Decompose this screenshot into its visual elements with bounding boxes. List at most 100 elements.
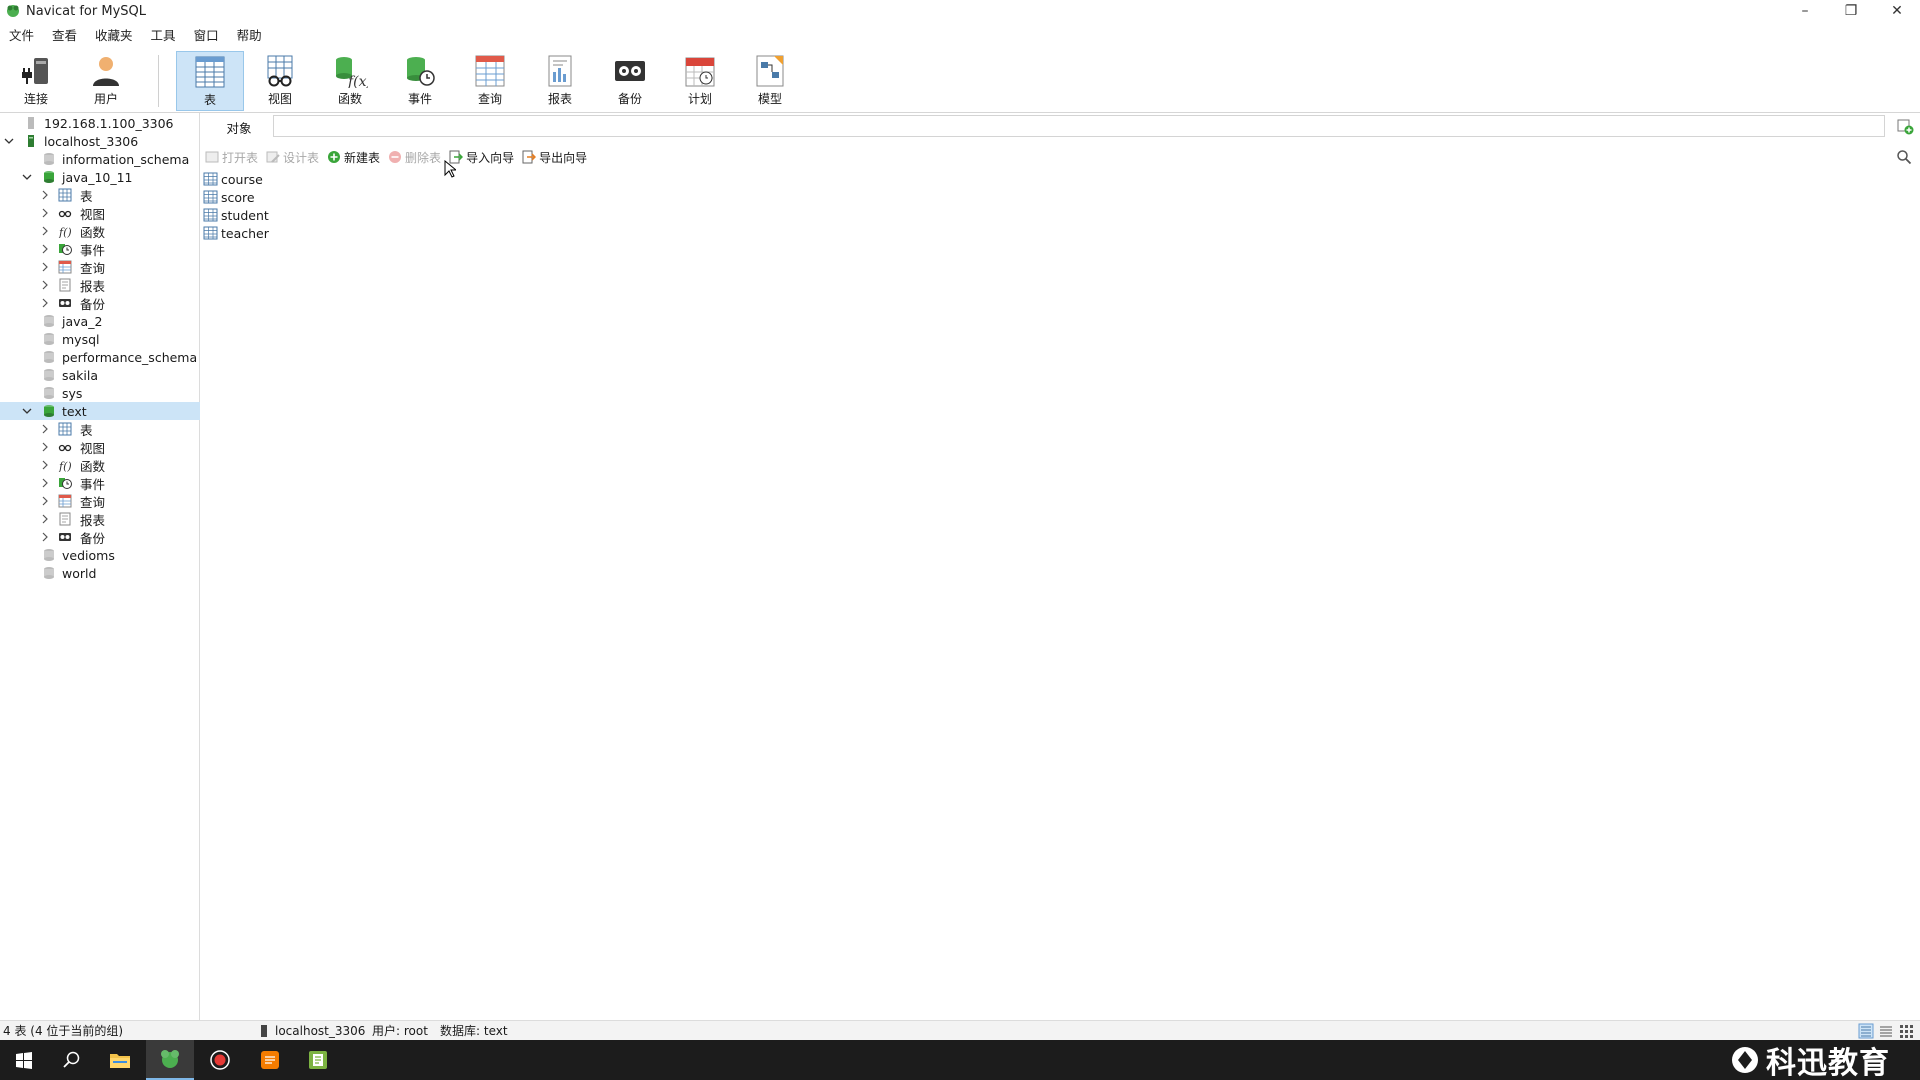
ribbon-user-button[interactable]: 用户 (72, 51, 140, 111)
chevron-right-icon[interactable] (40, 496, 50, 506)
menu-file[interactable]: 文件 (0, 25, 43, 47)
menu-view[interactable]: 查看 (43, 25, 86, 47)
ribbon-query-button[interactable]: 查询 (456, 51, 524, 111)
tree-connection-localhost[interactable]: localhost_3306 (0, 132, 200, 150)
tree-java-views[interactable]: 视图 (0, 204, 200, 222)
import-wizard-button[interactable]: 导入向导 (445, 146, 518, 168)
tree-text-reports[interactable]: 报表 (0, 510, 200, 528)
chevron-right-icon[interactable] (40, 460, 50, 470)
tree-db-text[interactable]: text (0, 402, 200, 420)
add-tab-icon[interactable] (1896, 117, 1914, 135)
taskbar-app-orange[interactable] (246, 1040, 294, 1080)
tree-db-sys[interactable]: sys (0, 384, 200, 402)
table-item-teacher[interactable]: teacher (201, 224, 269, 242)
chevron-right-icon[interactable] (40, 190, 50, 200)
server-icon (261, 1024, 267, 1037)
ribbon-backup-button[interactable]: 备份 (596, 51, 664, 111)
tree-text-events[interactable]: 事件 (0, 474, 200, 492)
tree-text-functions[interactable]: f() 函数 (0, 456, 200, 474)
view-icon (58, 444, 72, 452)
minimize-button[interactable]: – (1782, 0, 1828, 22)
delete-table-button[interactable]: 删除表 (384, 146, 445, 168)
ribbon-event-button[interactable]: 事件 (386, 51, 454, 111)
export-wizard-button[interactable]: 导出向导 (518, 146, 591, 168)
new-table-button[interactable]: 新建表 (323, 146, 384, 168)
table-icon (203, 190, 218, 204)
ribbon-model-button[interactable]: 模型 (736, 51, 804, 111)
taskbar-app-green[interactable] (294, 1040, 342, 1080)
taskbar-search-button[interactable] (48, 1040, 96, 1080)
menu-favorites[interactable]: 收藏夹 (86, 25, 142, 47)
title-bar: Navicat for MySQL – ❐ ✕ (0, 0, 1920, 22)
record-icon (210, 1050, 230, 1070)
ribbon-view-button[interactable]: 视图 (246, 51, 314, 111)
chevron-right-icon[interactable] (40, 298, 50, 308)
ribbon-report-button[interactable]: 报表 (526, 51, 594, 111)
tab-objects[interactable]: 对象 (211, 116, 267, 138)
chevron-down-icon[interactable] (4, 136, 14, 146)
user-icon (93, 57, 119, 86)
tree-db-information-schema[interactable]: information_schema (0, 150, 200, 168)
chevron-right-icon[interactable] (40, 226, 50, 236)
restore-button[interactable]: ❐ (1828, 0, 1874, 22)
tree-connection-remote[interactable]: 192.168.1.100_3306 (0, 114, 200, 132)
event-icon (59, 478, 72, 489)
chevron-right-icon[interactable] (40, 442, 50, 452)
tree-java-tables[interactable]: 表 (0, 186, 200, 204)
tree-db-java-2[interactable]: java_2 (0, 312, 200, 330)
ribbon-connection-button[interactable]: 连接 (2, 51, 70, 111)
grid-view-button[interactable] (1898, 1023, 1914, 1039)
tree-java-events[interactable]: 事件 (0, 240, 200, 258)
taskbar-file-explorer[interactable] (96, 1040, 144, 1080)
tree-text-tables[interactable]: 表 (0, 420, 200, 438)
sheet-app-icon (309, 1051, 327, 1069)
database-closed-icon (44, 333, 54, 345)
start-button[interactable] (0, 1040, 48, 1080)
tree-java-queries[interactable]: 查询 (0, 258, 200, 276)
open-table-button[interactable]: 打开表 (201, 146, 262, 168)
backup-icon (59, 299, 71, 307)
server-connected-icon (28, 135, 34, 147)
tree-java-backups[interactable]: 备份 (0, 294, 200, 312)
tree-db-sakila[interactable]: sakila (0, 366, 200, 384)
detail-view-button[interactable] (1878, 1023, 1894, 1039)
table-item-score[interactable]: score (201, 188, 269, 206)
ribbon-schedule-button[interactable]: 计划 (666, 51, 734, 111)
chevron-right-icon[interactable] (40, 424, 50, 434)
tree-db-world[interactable]: world (0, 564, 200, 582)
list-view-button[interactable] (1858, 1023, 1874, 1039)
tree-db-performance-schema[interactable]: performance_schema (0, 348, 200, 366)
chevron-right-icon[interactable] (40, 280, 50, 290)
svg-text:f(x): f(x) (347, 74, 368, 88)
chevron-right-icon[interactable] (40, 478, 50, 488)
object-tab-bar: 对象 (201, 113, 1920, 139)
chevron-right-icon[interactable] (40, 208, 50, 218)
tree-text-queries[interactable]: 查询 (0, 492, 200, 510)
database-closed-icon (44, 153, 54, 165)
design-table-button[interactable]: 设计表 (262, 146, 323, 168)
tree-text-views[interactable]: 视图 (0, 438, 200, 456)
tree-text-backups[interactable]: 备份 (0, 528, 200, 546)
tree-java-functions[interactable]: f() 函数 (0, 222, 200, 240)
menu-tools[interactable]: 工具 (142, 25, 185, 47)
chevron-down-icon[interactable] (22, 406, 32, 416)
tree-db-mysql[interactable]: mysql (0, 330, 200, 348)
chevron-right-icon[interactable] (40, 532, 50, 542)
tree-db-vedioms[interactable]: vedioms (0, 546, 200, 564)
ribbon-table-button[interactable]: 表 (176, 51, 244, 111)
ribbon-function-button[interactable]: f(x) 函数 (316, 51, 384, 111)
tree-db-java-10-11[interactable]: java_10_11 (0, 168, 200, 186)
taskbar-navicat[interactable] (146, 1040, 194, 1080)
chevron-right-icon[interactable] (40, 514, 50, 524)
table-item-course[interactable]: course (201, 170, 269, 188)
menu-help[interactable]: 帮助 (228, 25, 271, 47)
table-item-student[interactable]: student (201, 206, 269, 224)
chevron-right-icon[interactable] (40, 244, 50, 254)
chevron-down-icon[interactable] (22, 172, 32, 182)
menu-window[interactable]: 窗口 (185, 25, 228, 47)
tree-java-reports[interactable]: 报表 (0, 276, 200, 294)
taskbar-recorder[interactable] (196, 1040, 244, 1080)
search-icon[interactable] (1896, 149, 1912, 165)
chevron-right-icon[interactable] (40, 262, 50, 272)
close-button[interactable]: ✕ (1874, 0, 1920, 22)
